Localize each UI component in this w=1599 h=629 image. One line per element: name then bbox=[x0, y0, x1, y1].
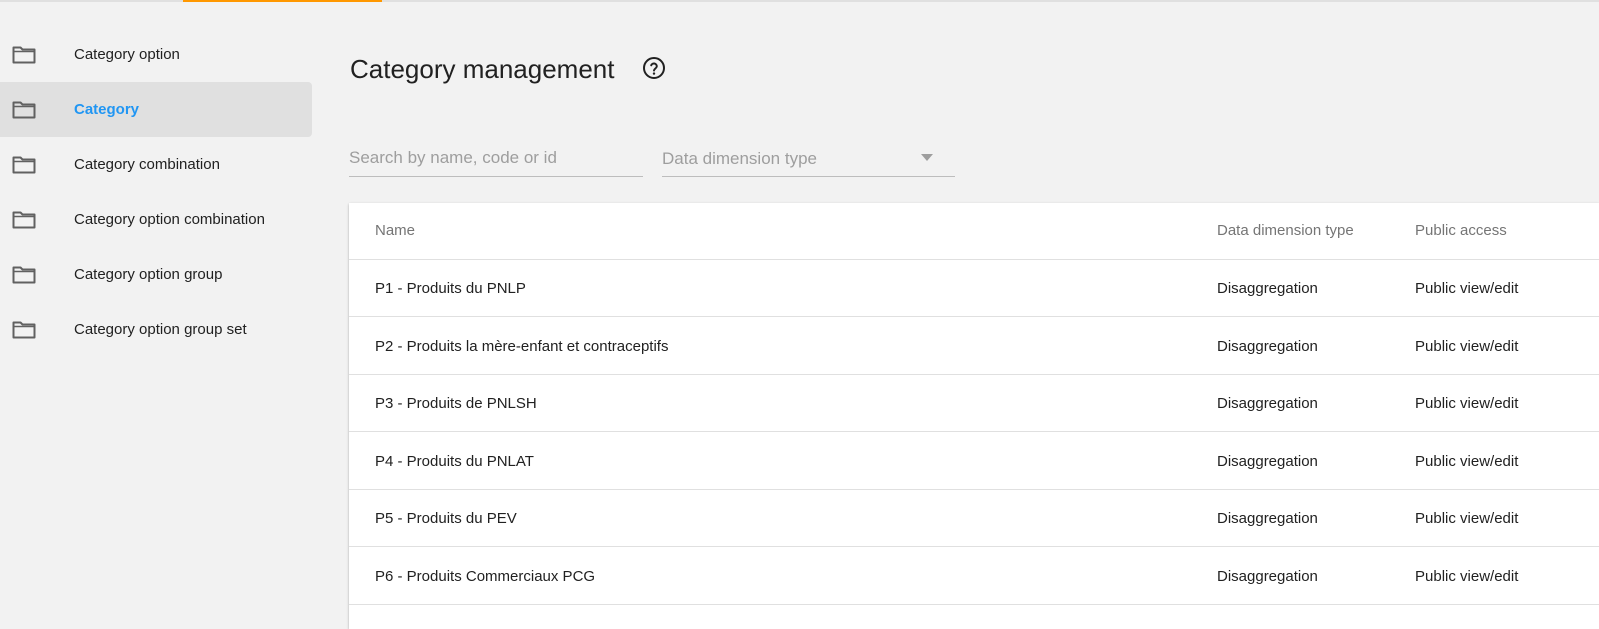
sidebar-item-category-option-group[interactable]: Category option group bbox=[0, 247, 312, 302]
folder-icon bbox=[12, 321, 36, 338]
folder-icon bbox=[12, 46, 36, 63]
cell-name: P6 - Produits Commerciaux PCG bbox=[375, 568, 596, 585]
table-row[interactable]: P4 - Produits du PNLAT Disaggregation Pu… bbox=[349, 433, 1599, 490]
cell-public-access: Public view/edit bbox=[1415, 510, 1519, 527]
cell-name: P4 - Produits du PNLAT bbox=[375, 453, 534, 470]
cell-name: P1 - Produits du PNLP bbox=[375, 280, 526, 297]
cell-public-access: Public view/edit bbox=[1415, 453, 1519, 470]
sidebar-item-category[interactable]: Category bbox=[0, 82, 312, 137]
sidebar-item-category-option[interactable]: Category option bbox=[0, 27, 312, 82]
sidebar-item-category-option-group-set[interactable]: Category option group set bbox=[0, 302, 312, 357]
cell-data-dimension-type: Disaggregation bbox=[1217, 338, 1318, 355]
column-header-public-access[interactable]: Public access bbox=[1415, 222, 1507, 239]
column-header-data-dimension-type[interactable]: Data dimension type bbox=[1217, 222, 1354, 239]
search-input[interactable] bbox=[349, 143, 643, 173]
cell-public-access: Public view/edit bbox=[1415, 280, 1519, 297]
sidebar-item-label: Category option group set bbox=[74, 321, 247, 338]
cell-data-dimension-type: Disaggregation bbox=[1217, 280, 1318, 297]
table-row[interactable]: P2 - Produits la mère-enfant et contrace… bbox=[349, 318, 1599, 375]
cell-data-dimension-type: Disaggregation bbox=[1217, 568, 1318, 585]
cell-name: P5 - Produits du PEV bbox=[375, 510, 517, 527]
sidebar-item-category-combination[interactable]: Category combination bbox=[0, 137, 312, 192]
dropdown-arrow-icon bbox=[921, 154, 933, 161]
folder-icon bbox=[12, 156, 36, 173]
sidebar: Category option Category Category combin… bbox=[0, 27, 312, 357]
main-content: Category management Data dimension type … bbox=[349, 0, 1599, 629]
data-dimension-type-select[interactable]: Data dimension type bbox=[662, 143, 955, 177]
sidebar-item-category-option-combination[interactable]: Category option combination bbox=[0, 192, 312, 247]
data-dimension-type-label: Data dimension type bbox=[662, 149, 817, 168]
cell-public-access: Public view/edit bbox=[1415, 568, 1519, 585]
search-field bbox=[349, 143, 643, 177]
cell-public-access: Public view/edit bbox=[1415, 395, 1519, 412]
sidebar-item-label: Category bbox=[74, 101, 140, 118]
table-row[interactable]: P6 - Produits Commerciaux PCG Disaggrega… bbox=[349, 548, 1599, 605]
folder-icon bbox=[12, 266, 36, 283]
cell-name: P3 - Produits de PNLSH bbox=[375, 395, 537, 412]
cell-data-dimension-type: Disaggregation bbox=[1217, 395, 1318, 412]
sidebar-item-label: Category combination bbox=[74, 156, 220, 173]
folder-icon bbox=[12, 101, 36, 118]
cell-name: P2 - Produits la mère-enfant et contrace… bbox=[375, 338, 669, 355]
cell-data-dimension-type: Disaggregation bbox=[1217, 510, 1318, 527]
sidebar-item-label: Category option group bbox=[74, 266, 223, 283]
category-table: Name Data dimension type Public access P… bbox=[349, 203, 1599, 629]
sidebar-item-label: Category option bbox=[74, 46, 180, 63]
table-row[interactable]: P3 - Produits de PNLSH Disaggregation Pu… bbox=[349, 375, 1599, 432]
folder-icon bbox=[12, 211, 36, 228]
table-header: Name Data dimension type Public access bbox=[349, 203, 1599, 260]
table-row[interactable]: P1 - Produits du PNLP Disaggregation Pub… bbox=[349, 260, 1599, 317]
cell-public-access: Public view/edit bbox=[1415, 338, 1519, 355]
help-circle-icon[interactable] bbox=[642, 56, 666, 80]
table-row[interactable]: P5 - Produits du PEV Disaggregation Publ… bbox=[349, 490, 1599, 547]
column-header-name[interactable]: Name bbox=[375, 222, 415, 239]
page-title: Category management bbox=[350, 54, 615, 84]
sidebar-item-label: Category option combination bbox=[74, 211, 265, 228]
cell-data-dimension-type: Disaggregation bbox=[1217, 453, 1318, 470]
